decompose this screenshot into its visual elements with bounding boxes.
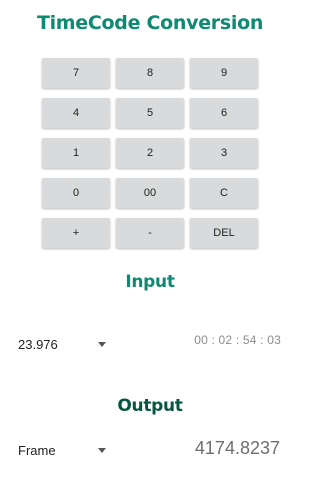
output-value: 4174.8237 (194, 438, 280, 458)
app-title: TimeCode Conversion (36, 12, 264, 34)
keypad: 7 8 9 4 5 6 1 2 3 0 00 C + - DEL (42, 58, 258, 248)
timecode-input[interactable]: 00 : 02 : 54 : 03 (194, 333, 281, 351)
key-5[interactable]: 5 (116, 98, 184, 128)
input-section-title: Input (125, 272, 175, 292)
minus-button[interactable]: - (116, 218, 184, 248)
key-2[interactable]: 2 (116, 138, 184, 168)
plus-button[interactable]: + (42, 218, 110, 248)
caret-down-icon (98, 341, 106, 347)
key-8[interactable]: 8 (116, 58, 184, 88)
caret-down-icon (98, 447, 106, 453)
key-9[interactable]: 9 (190, 58, 258, 88)
framerate-select[interactable]: 23.976 (18, 333, 110, 355)
output-unit-select-value: Frame (18, 442, 56, 458)
output-section-title: Output (117, 396, 183, 416)
output-unit-select[interactable]: Frame (18, 439, 110, 461)
key-3[interactable]: 3 (190, 138, 258, 168)
key-0[interactable]: 0 (42, 178, 110, 208)
timecode-conversion-screen: TimeCode Conversion 7 8 9 4 5 6 1 2 3 0 … (0, 0, 300, 497)
key-7[interactable]: 7 (42, 58, 110, 88)
key-1[interactable]: 1 (42, 138, 110, 168)
key-4[interactable]: 4 (42, 98, 110, 128)
key-00[interactable]: 00 (116, 178, 184, 208)
framerate-select-value: 23.976 (18, 336, 58, 352)
key-6[interactable]: 6 (190, 98, 258, 128)
delete-button[interactable]: DEL (190, 218, 258, 248)
clear-button[interactable]: C (190, 178, 258, 208)
